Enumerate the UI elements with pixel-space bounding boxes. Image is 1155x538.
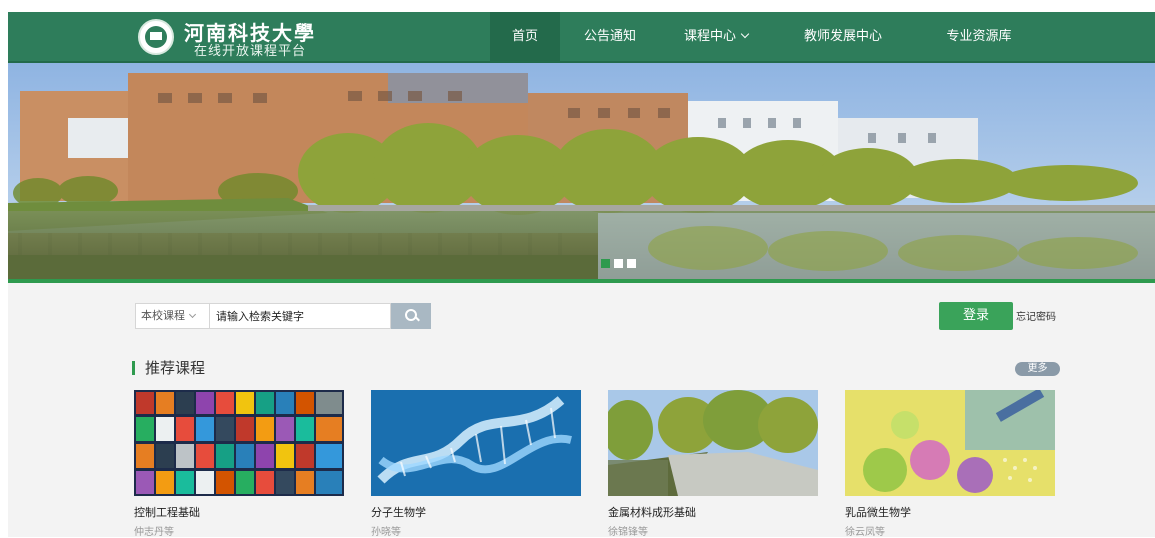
course-teacher: 徐云凤等 [845,527,885,538]
nav-resource-library-label: 专业资源库 [946,29,1012,44]
banner-dot-2[interactable] [614,259,623,268]
banner-dot-3[interactable] [627,259,636,268]
nav-home[interactable]: 首页 [490,12,560,61]
course-teacher: 仲志丹等 [134,527,174,538]
nav-home-label: 首页 [511,29,538,44]
forgot-password-link[interactable]: 忘记密码 [1016,308,1056,323]
banner-pagination [601,259,636,268]
main-nav: 首页 公告通知 课程中心 教师发展中心 专业资源库 [490,12,1044,61]
nav-course-center-label: 课程中心 [683,29,736,44]
chevron-down-icon [740,29,750,39]
course-teacher: 徐锦锋等 [608,527,648,538]
nav-course-center[interactable]: 课程中心 [660,12,772,61]
nav-resource-library[interactable]: 专业资源库 [914,12,1044,61]
nav-teacher-development-label: 教师发展中心 [803,29,882,44]
nav-announcements-label: 公告通知 [583,29,636,44]
course-card[interactable]: 乳品微生物学 徐云凤等 [845,390,1055,538]
main-content: 本校课程 登录 忘记密码 推荐课程 更多 [8,283,1155,538]
search-input[interactable] [209,303,391,329]
search-scope-label: 本校课程 [141,309,185,322]
top-header: 河南科技大學 在线开放课程平台 首页 公告通知 课程中心 教师发展中心 专业资源… [8,12,1155,63]
section-accent-bar [132,361,135,375]
more-courses-button[interactable]: 更多 [1015,362,1060,376]
nav-teacher-development[interactable]: 教师发展中心 [772,12,914,61]
login-button[interactable]: 登录 [939,302,1013,330]
campus-photo [8,63,1155,283]
search-scope-select[interactable]: 本校课程 [135,303,210,329]
course-name[interactable]: 金属材料成形基础 [608,504,818,520]
hero-banner[interactable] [8,63,1155,283]
banner-dot-1[interactable] [601,259,610,268]
course-name[interactable]: 分子生物学 [371,504,581,520]
course-thumbnail [845,390,1055,496]
course-thumbnail [608,390,818,496]
course-name[interactable]: 控制工程基础 [134,504,344,520]
course-teacher: 孙晓等 [371,527,401,538]
chevron-down-icon [188,310,197,319]
search-button[interactable] [391,303,431,329]
site-subtitle: 在线开放课程平台 [194,44,307,59]
course-name[interactable]: 乳品微生物学 [845,504,1055,520]
university-seal-icon [138,19,174,55]
course-card[interactable]: 分子生物学 孙晓等 [371,390,581,538]
course-card[interactable]: 控制工程基础 仲志丹等 [134,390,344,538]
page: 河南科技大學 在线开放课程平台 首页 公告通知 课程中心 教师发展中心 专业资源… [0,0,1155,538]
course-card[interactable]: 金属材料成形基础 徐锦锋等 [608,390,818,538]
nav-announcements[interactable]: 公告通知 [560,12,660,61]
search-icon [405,309,417,321]
course-thumbnail [134,390,344,496]
recommended-courses-title: 推荐课程 [145,359,206,377]
course-thumbnail [371,390,581,496]
